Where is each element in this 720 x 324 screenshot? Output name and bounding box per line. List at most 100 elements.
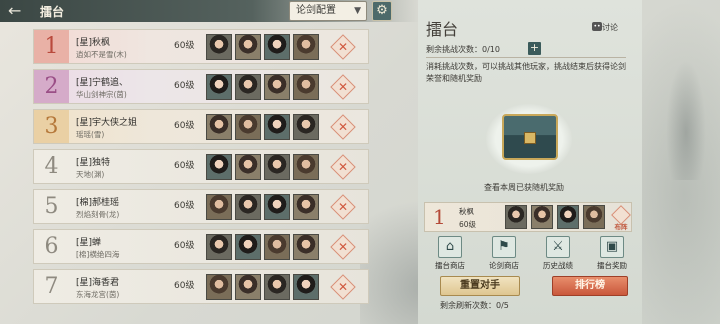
- my-name: 秋枫: [459, 207, 474, 216]
- avatar: [264, 74, 290, 100]
- player-guild: 瑶瑶(雪): [76, 130, 105, 139]
- challenge-button[interactable]: ✕: [330, 274, 356, 300]
- avatar: [206, 234, 232, 260]
- challenge-button[interactable]: ✕: [330, 74, 356, 100]
- embattle-label: 布阵: [614, 223, 628, 231]
- arena-shop-label: 擂台商店: [435, 261, 465, 270]
- page-title: 擂台: [40, 5, 65, 19]
- rank-number: 7: [44, 274, 59, 299]
- avatar: [293, 234, 319, 260]
- player-level: 60级: [174, 121, 195, 131]
- my-rank-number: 1: [433, 205, 446, 229]
- avatar: [264, 194, 290, 220]
- remaining-challenges-value: 0/10: [482, 45, 500, 54]
- weekly-reward-caption[interactable]: 查看本周已获随机奖励: [484, 182, 564, 193]
- arena-shop-button[interactable]: ⌂ 擂台商店: [430, 236, 470, 271]
- close-icon: ✕: [337, 240, 349, 254]
- chevron-down-icon: ▼: [354, 6, 361, 16]
- player-guild: 东海龙宫(茵): [76, 290, 120, 299]
- arena-reward-button[interactable]: ▣ 擂台奖励: [592, 236, 632, 271]
- player-level: 60级: [174, 241, 195, 251]
- player-guild: 烈焰刻骨(龙): [76, 210, 120, 219]
- player-guild: 逍如不是雪(木): [76, 50, 127, 59]
- remaining-refreshes-value: 0/5: [496, 301, 509, 310]
- ranking-row[interactable]: 5 [棉]郝桂瑶 烈焰刻骨(龙) 60级 ✕: [33, 189, 369, 224]
- ranking-row[interactable]: 4 [星]独特 天地(渊) 60级 ✕: [33, 149, 369, 184]
- player-name: [星]秋枫: [76, 38, 111, 48]
- avatar: [235, 194, 261, 220]
- ranking-row[interactable]: 7 [星]海香君 东海龙宫(茵) 60级 ✕: [33, 269, 369, 304]
- player-guild: [棉]横绝四海: [76, 250, 120, 259]
- challenge-button[interactable]: ✕: [330, 154, 356, 180]
- config-dropdown-value: 论剑配置: [296, 5, 336, 16]
- player-name: [星]宇大侠之姐: [76, 118, 138, 128]
- avatar: [235, 34, 261, 60]
- sword-shop-button[interactable]: ⚑ 论剑商店: [484, 236, 524, 271]
- player-level: 60级: [174, 81, 195, 91]
- remaining-refreshes: 剩余刷新次数：0/5: [440, 300, 509, 311]
- ranking-row[interactable]: 3 [星]宇大侠之姐 瑶瑶(雪) 60级 ✕: [33, 109, 369, 144]
- embattle-button[interactable]: 布阵: [611, 205, 631, 231]
- ranking-list: 1 [星]秋枫 逍如不是雪(木) 60级 ✕ 2 [星]宁鹤追、 华山剑神宗(茵…: [33, 29, 369, 309]
- avatar: [235, 234, 261, 260]
- avatar: [557, 205, 579, 229]
- leaderboard-button[interactable]: 排行榜: [552, 276, 628, 296]
- avatar: [235, 114, 261, 140]
- challenge-button[interactable]: ✕: [330, 234, 356, 260]
- avatar: [293, 154, 319, 180]
- config-dropdown[interactable]: 论剑配置 ▼: [289, 1, 367, 21]
- arena-reward-label: 擂台奖励: [597, 261, 627, 270]
- player-level: 60级: [174, 281, 195, 291]
- close-icon: ✕: [337, 120, 349, 134]
- panel-title: 擂台: [426, 20, 459, 39]
- remaining-challenges: 剩余挑战次数：0/10: [426, 44, 500, 55]
- chest-lock-icon: [524, 132, 536, 144]
- avatar: [505, 205, 527, 229]
- gear-icon[interactable]: ⚙: [372, 1, 392, 21]
- history-label: 历史战绩: [543, 261, 573, 270]
- avatar: [264, 114, 290, 140]
- avatar: [235, 154, 261, 180]
- ranking-row[interactable]: 6 [星]蝉 [棉]横绝四海 60级 ✕: [33, 229, 369, 264]
- rank-number: 2: [34, 70, 69, 103]
- chat-bubble-icon[interactable]: ••: [592, 22, 602, 31]
- avatar: [264, 274, 290, 300]
- player-guild: 华山剑神宗(茵): [76, 90, 127, 99]
- player-level: 60级: [174, 201, 195, 211]
- close-icon: ✕: [337, 200, 349, 214]
- ranking-row[interactable]: 2 [星]宁鹤追、 华山剑神宗(茵) 60级 ✕: [33, 69, 369, 104]
- shop-icon: ⌂: [438, 236, 462, 258]
- sword-shop-icon: ⚑: [492, 236, 516, 258]
- add-challenges-button[interactable]: +: [528, 42, 541, 55]
- avatar: [583, 205, 605, 229]
- challenge-button[interactable]: ✕: [330, 114, 356, 140]
- avatar: [293, 274, 319, 300]
- avatar: [235, 274, 261, 300]
- back-arrow-icon[interactable]: ←: [8, 2, 28, 20]
- avatar: [264, 234, 290, 260]
- challenge-button[interactable]: ✕: [330, 194, 356, 220]
- avatar: [293, 114, 319, 140]
- avatar: [293, 194, 319, 220]
- player-name: [星]宁鹤追、: [76, 78, 129, 88]
- close-icon: ✕: [337, 40, 349, 54]
- discuss-link[interactable]: 讨论: [602, 22, 618, 33]
- my-level: 60级: [459, 220, 477, 229]
- close-icon: ✕: [337, 80, 349, 94]
- my-rank-card: 1 秋枫 60级 布阵: [424, 202, 632, 232]
- close-icon: ✕: [337, 280, 349, 294]
- reset-opponents-button[interactable]: 重置对手: [440, 276, 520, 296]
- player-name: [棉]郝桂瑶: [76, 198, 120, 208]
- arena-side-panel: 擂台 •• 讨论 剩余挑战次数：0/10 + 消耗挑战次数，可以挑战其他玩家，挑…: [418, 0, 642, 324]
- history-button[interactable]: ⚔ 历史战绩: [538, 236, 578, 271]
- player-guild: 天地(渊): [76, 170, 105, 179]
- avatar: [293, 34, 319, 60]
- ranking-row[interactable]: 1 [星]秋枫 逍如不是雪(木) 60级 ✕: [33, 29, 369, 64]
- arena-description: 消耗挑战次数，可以挑战其他玩家，挑战结束后获得论剑荣誉和随机奖励: [426, 62, 626, 83]
- avatar: [206, 154, 232, 180]
- rank-number: 4: [44, 154, 59, 179]
- challenge-button[interactable]: ✕: [330, 34, 356, 60]
- avatar: [264, 34, 290, 60]
- rank-number: 1: [34, 30, 69, 63]
- remaining-refreshes-label: 剩余刷新次数：: [440, 301, 496, 310]
